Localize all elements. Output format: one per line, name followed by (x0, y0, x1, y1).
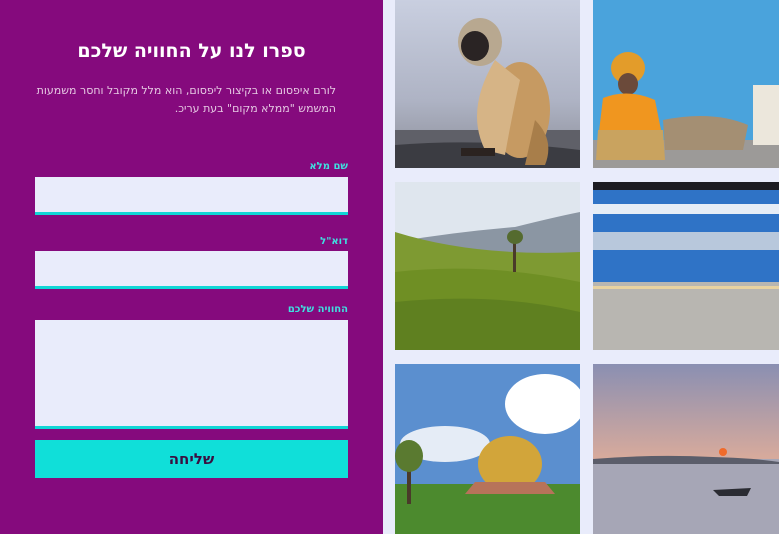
monkey-photo (395, 0, 580, 168)
sunset-lake-photo (593, 364, 779, 534)
form-description: לורם איפסום או בקיצור ליפסום, הוא מלל מק… (36, 84, 336, 115)
golden-dome-photo (395, 364, 580, 534)
submit-button[interactable]: שליחה (35, 440, 348, 478)
email-label: דוא"ל (320, 236, 348, 247)
name-label: שם מלא (309, 161, 348, 172)
tea-plantation-photo (395, 182, 580, 350)
form-title: ספרו לנו על החוויה שלכם (77, 40, 306, 62)
train-photo (593, 182, 779, 350)
name-field[interactable] (35, 177, 348, 215)
sadhu-photo (593, 0, 779, 168)
email-field[interactable] (35, 251, 348, 289)
experience-field[interactable] (35, 320, 348, 429)
experience-label: החוויה שלכם (287, 304, 348, 315)
feedback-form-panel: ספרו לנו על החוויה שלכם לורם איפסום או ב… (0, 0, 383, 534)
